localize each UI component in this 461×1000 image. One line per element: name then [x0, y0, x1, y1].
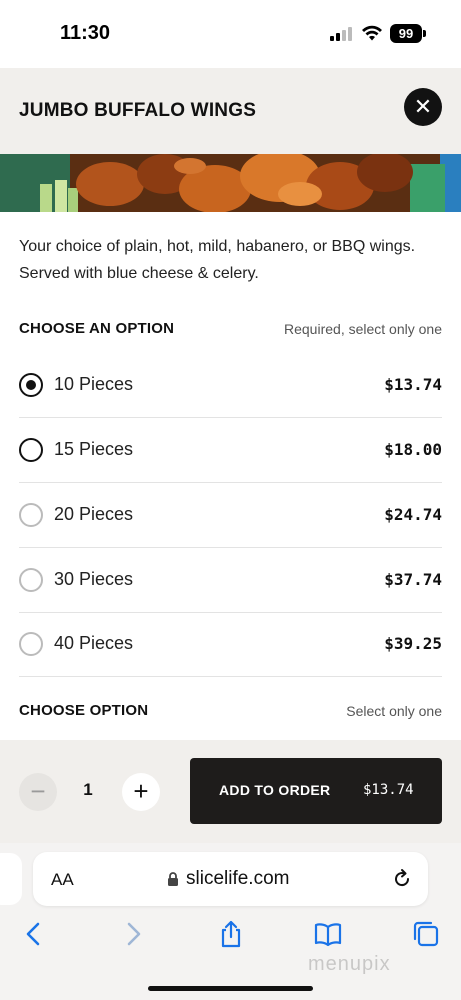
- address-bar[interactable]: AA slicelife.com: [33, 852, 428, 906]
- option-price: $37.74: [384, 570, 442, 589]
- option-label: 40 Pieces: [54, 633, 134, 653]
- decrease-quantity-button[interactable]: −: [19, 773, 57, 811]
- section-title: CHOOSE AN OPTION: [19, 320, 175, 337]
- option-label: 30 Pieces: [54, 569, 134, 589]
- wifi-icon: [362, 25, 382, 41]
- url-text[interactable]: slicelife.com: [186, 868, 289, 890]
- close-icon: ✕: [413, 94, 433, 119]
- increase-quantity-button[interactable]: +: [122, 773, 160, 811]
- option-label: 20 Pieces: [54, 504, 134, 524]
- radio-button[interactable]: [19, 632, 43, 656]
- option-price: $24.74: [384, 505, 442, 524]
- lock-icon: [168, 872, 178, 886]
- radio-button[interactable]: [19, 503, 43, 527]
- forward-icon[interactable]: [119, 920, 147, 948]
- item-description: Your choice of plain, hot, mild, habaner…: [19, 238, 416, 282]
- home-indicator: [148, 986, 313, 991]
- bookmarks-icon[interactable]: [314, 920, 342, 948]
- add-to-order-label: ADD TO ORDER: [219, 782, 331, 798]
- radio-dot: [26, 380, 36, 390]
- option-price: $13.74: [384, 375, 442, 394]
- add-to-order-button[interactable]: ADD TO ORDER $13.74: [190, 758, 442, 824]
- option-10-pieces[interactable]: 10 Pieces $13.74: [19, 353, 442, 418]
- plus-icon: +: [133, 776, 149, 806]
- radio-button[interactable]: [19, 438, 43, 462]
- add-to-order-price: $13.74: [363, 782, 414, 798]
- status-time: 11:30: [60, 22, 111, 44]
- item-photo: [0, 154, 461, 212]
- option-40-pieces[interactable]: 40 Pieces $39.25: [19, 612, 442, 677]
- order-bar: − 1 + ADD TO ORDER $13.74: [0, 740, 461, 843]
- option-price: $18.00: [384, 440, 442, 459]
- section-choose-an-option: CHOOSE AN OPTION Required, select only o…: [19, 316, 442, 340]
- radio-button[interactable]: [19, 568, 43, 592]
- option-price: $39.25: [384, 634, 442, 653]
- battery-icon: 99: [390, 24, 422, 43]
- minus-icon: −: [30, 776, 46, 806]
- option-15-pieces[interactable]: 15 Pieces $18.00: [19, 418, 442, 483]
- radio-selected[interactable]: [19, 373, 43, 397]
- section-title: CHOOSE OPTION: [19, 702, 149, 719]
- browser-chrome: AA slicelife.com menupix: [0, 843, 461, 1000]
- option-20-pieces[interactable]: 20 Pieces $24.74: [19, 483, 442, 548]
- signal-icon: [330, 27, 354, 41]
- reader-settings-button[interactable]: AA: [51, 870, 74, 890]
- section-requirement: Required, select only one: [284, 321, 442, 337]
- watermark: menupix: [308, 953, 391, 975]
- option-30-pieces[interactable]: 30 Pieces $37.74: [19, 548, 442, 613]
- quantity-value: 1: [83, 780, 93, 799]
- section-requirement: Select only one: [346, 703, 442, 719]
- wings-image: [0, 154, 461, 212]
- previous-tab-preview[interactable]: [0, 853, 22, 905]
- option-label: 10 Pieces: [54, 374, 134, 394]
- reload-icon[interactable]: [391, 868, 413, 890]
- item-title: JUMBO BUFFALO WINGS: [19, 100, 257, 121]
- battery-nub: [423, 30, 426, 37]
- close-button[interactable]: ✕: [404, 88, 442, 126]
- tabs-icon[interactable]: [412, 920, 440, 948]
- share-icon[interactable]: [217, 920, 245, 948]
- status-bar: 11:30 99: [0, 0, 461, 68]
- section-choose-option: CHOOSE OPTION Select only one: [19, 698, 442, 722]
- back-icon[interactable]: [20, 920, 48, 948]
- modal-header: JUMBO BUFFALO WINGS ✕: [0, 68, 461, 154]
- option-label: 15 Pieces: [54, 439, 134, 459]
